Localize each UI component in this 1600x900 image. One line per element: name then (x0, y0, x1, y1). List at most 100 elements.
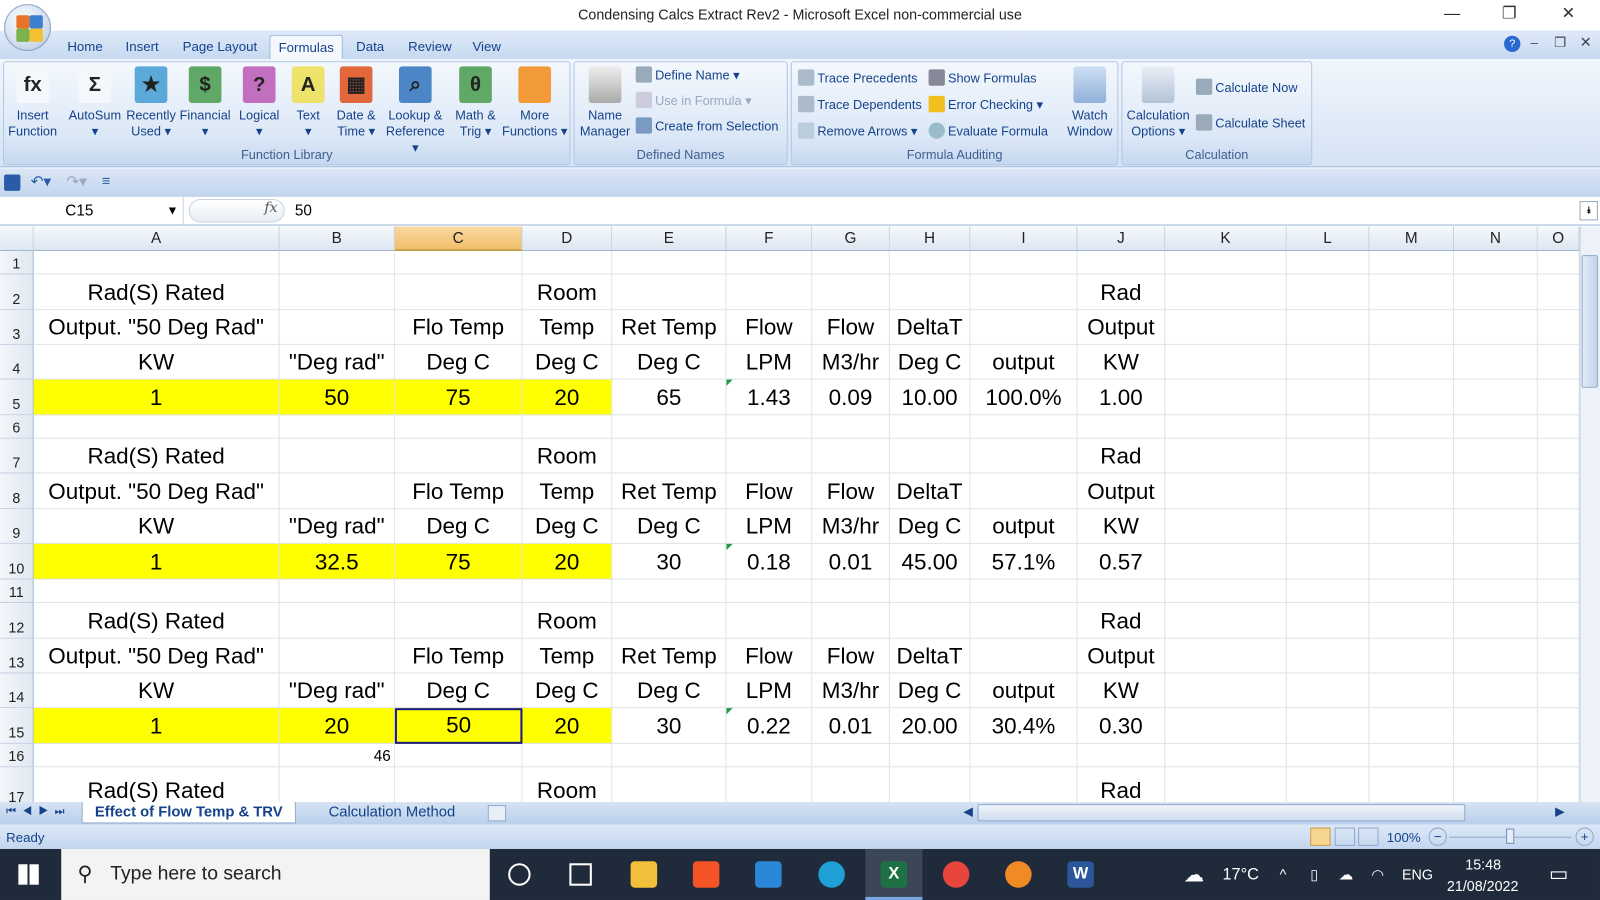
column-header-L[interactable]: L (1286, 226, 1370, 252)
row-header[interactable]: 3 (0, 310, 34, 345)
cell-G8[interactable]: Flow (812, 473, 890, 510)
column-header-E[interactable]: E (612, 226, 727, 252)
cell-F12[interactable] (726, 603, 813, 639)
cell-M15[interactable] (1369, 708, 1455, 744)
cell-H9[interactable]: Deg C (889, 509, 971, 544)
cell-M13[interactable] (1369, 638, 1455, 674)
cell-J9[interactable]: KW (1077, 509, 1166, 544)
word-icon[interactable]: W (1067, 861, 1094, 888)
cell-O15[interactable] (1537, 708, 1580, 744)
cell-B11[interactable] (279, 579, 395, 604)
cell-L3[interactable] (1286, 310, 1370, 345)
expand-formula-bar-icon[interactable]: ⯯ (1579, 201, 1598, 221)
show-hidden-icons[interactable]: ^ (1280, 866, 1287, 882)
cell-F17[interactable] (727, 767, 813, 803)
cell-J15[interactable]: 0.30 (1077, 708, 1166, 744)
workbook-close-button[interactable]: ✕ (1580, 34, 1592, 51)
cell-I5[interactable]: 100.0% (970, 379, 1078, 416)
cell-D5[interactable]: 20 (522, 379, 613, 416)
cell-J13[interactable]: Output (1077, 638, 1166, 674)
row-header[interactable]: 17 (0, 767, 34, 803)
cell-J8[interactable]: Output (1077, 473, 1166, 510)
cell-O4[interactable] (1537, 344, 1580, 380)
cell-N11[interactable] (1454, 579, 1538, 604)
cell-B1[interactable] (279, 251, 395, 275)
cell-M4[interactable] (1369, 344, 1455, 380)
cell-G16[interactable] (812, 743, 890, 768)
cell-L16[interactable] (1286, 743, 1370, 768)
cell-O2[interactable] (1537, 274, 1580, 311)
cell-B10[interactable]: 32.5 (279, 543, 395, 580)
cell-F3[interactable]: Flow (726, 310, 813, 345)
page-break-view-icon[interactable] (1358, 827, 1379, 846)
cell-C8[interactable]: Flo Temp (394, 473, 523, 510)
tab-page-layout[interactable]: Page Layout (174, 35, 265, 59)
cell-A12[interactable]: Rad(S) Rated (33, 603, 280, 639)
browser-icon[interactable] (942, 861, 970, 888)
cell-L15[interactable] (1286, 708, 1370, 744)
name-box[interactable]: C15 (0, 196, 184, 225)
cell-D6[interactable] (522, 415, 613, 439)
cell-C12[interactable] (394, 603, 523, 639)
evaluate-formula-button[interactable]: Evaluate Formula (928, 122, 1048, 140)
cell-A1[interactable] (33, 251, 280, 275)
column-header-G[interactable]: G (812, 226, 890, 252)
cell-B6[interactable] (279, 415, 395, 439)
cell-H14[interactable]: Deg C (889, 673, 971, 709)
cell-K3[interactable] (1165, 310, 1287, 345)
cell-B8[interactable] (279, 473, 395, 510)
cell-J11[interactable] (1077, 579, 1166, 604)
cell-M9[interactable] (1369, 509, 1455, 544)
cell-H10[interactable]: 45.00 (889, 543, 971, 580)
formula-input[interactable]: 50 (295, 202, 312, 219)
cell-A14[interactable]: KW (33, 673, 280, 709)
cell-I15[interactable]: 30.4% (970, 708, 1078, 744)
horizontal-scroll-thumb[interactable] (977, 804, 1466, 822)
cell-J10[interactable]: 0.57 (1077, 543, 1166, 580)
cell-H5[interactable]: 10.00 (889, 379, 971, 416)
cell-D4[interactable]: Deg C (522, 344, 613, 380)
file-explorer-icon[interactable] (630, 861, 658, 888)
cell-F10[interactable]: 0.18 (726, 543, 813, 580)
sheet-nav-arrows[interactable]: ⏮◀▶⏭ (6, 805, 71, 818)
function-button-4[interactable]: ? Logical ▾ (233, 66, 286, 139)
cell-O5[interactable] (1537, 379, 1580, 416)
cell-O9[interactable] (1537, 509, 1580, 544)
cell-A11[interactable] (33, 579, 280, 604)
cell-I7[interactable] (970, 438, 1078, 474)
zoom-out-button[interactable]: − (1428, 827, 1447, 846)
cell-E13[interactable]: Ret Temp (612, 638, 727, 674)
cell-F8[interactable]: Flow (726, 473, 813, 510)
cell-L10[interactable] (1286, 543, 1370, 580)
help-icon[interactable]: ? (1504, 35, 1521, 53)
clock-time[interactable]: 15:48 (1465, 856, 1501, 872)
cell-G2[interactable] (812, 274, 890, 311)
cell-C14[interactable]: Deg C (394, 673, 523, 709)
cell-J3[interactable]: Output (1077, 310, 1166, 345)
cell-M8[interactable] (1369, 473, 1455, 510)
cell-D3[interactable]: Temp (522, 310, 613, 345)
cell-M14[interactable] (1369, 673, 1455, 709)
trace-precedents-button[interactable]: Trace Precedents (797, 69, 918, 87)
spreadsheet-grid[interactable]: A B C D E F G H I J K L M N O 1 2 Rad(S) Rated Room Rad 3 Out… (0, 226, 1580, 803)
cell-I12[interactable] (970, 603, 1078, 639)
cell-N17[interactable] (1454, 767, 1538, 803)
row-header[interactable]: 16 (0, 743, 34, 768)
cell-N8[interactable] (1454, 473, 1538, 510)
cell-K14[interactable] (1165, 673, 1287, 709)
cell-L12[interactable] (1286, 603, 1370, 639)
cell-D15[interactable]: 20 (522, 708, 613, 744)
cell-E4[interactable]: Deg C (612, 344, 727, 380)
cell-O16[interactable] (1537, 743, 1580, 768)
cell-I2[interactable] (970, 274, 1078, 311)
cell-N13[interactable] (1454, 638, 1538, 674)
sheet-tab-calculation-method[interactable]: Calculation Method (316, 802, 467, 823)
cell-B16[interactable]: 46 (279, 743, 395, 768)
cell-I8[interactable] (970, 473, 1078, 510)
cell-J1[interactable] (1077, 251, 1166, 275)
restore-button[interactable]: ❐ (1486, 2, 1533, 29)
function-button-5[interactable]: A Text ▾ (286, 66, 331, 139)
customize-toolbar-icon[interactable]: ≡ (102, 172, 110, 188)
cell-M16[interactable] (1369, 743, 1455, 768)
cell-K13[interactable] (1165, 638, 1287, 674)
